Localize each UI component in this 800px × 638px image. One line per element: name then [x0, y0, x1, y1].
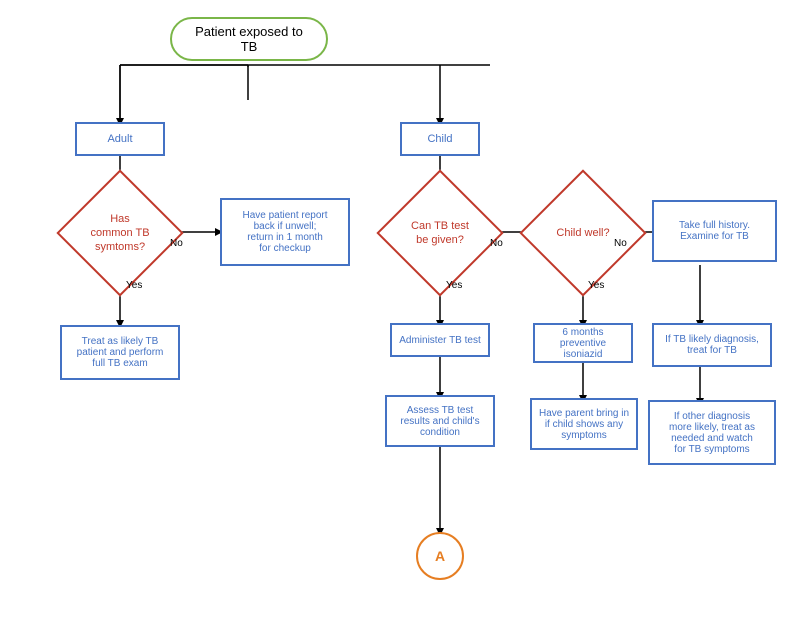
adult-label: Adult — [107, 133, 132, 145]
take-history-label: Take full history. Examine for TB — [679, 220, 750, 242]
other-diagnosis-label: If other diagnosis more likely, treat as… — [669, 411, 755, 455]
six-months-label: 6 months preventive isoniazid — [541, 327, 625, 360]
can-tb-test-label: Can TB testbe given? — [411, 219, 469, 248]
start-node: Patient exposed to TB — [170, 17, 328, 61]
has-symptoms-label: Hascommon TBsymtoms? — [90, 212, 149, 255]
child-well-label: Child well? — [556, 226, 609, 240]
yes3-label: Yes — [588, 280, 604, 291]
no2-label: No — [490, 238, 503, 249]
six-months-node: 6 months preventive isoniazid — [533, 323, 633, 363]
assess-label: Assess TB test results and child's condi… — [400, 405, 479, 438]
tb-likely-label: If TB likely diagnosis, treat for TB — [665, 334, 759, 356]
administer-node: Administer TB test — [390, 323, 490, 357]
can-tb-test-node: Can TB testbe given? — [395, 188, 485, 278]
no1-label: No — [170, 238, 183, 249]
administer-label: Administer TB test — [399, 335, 481, 346]
take-history-node: Take full history. Examine for TB — [652, 200, 777, 262]
child-label: Child — [427, 133, 452, 145]
child-node: Child — [400, 122, 480, 156]
no3-label: No — [614, 238, 627, 249]
start-label: Patient exposed to TB — [190, 24, 308, 54]
yes1-label: Yes — [126, 280, 142, 291]
treat-adult-node: Treat as likely TB patient and perform f… — [60, 325, 180, 380]
report-back-node: Have patient report back if unwell; retu… — [220, 198, 350, 266]
parent-bring-label: Have parent bring in if child shows any … — [539, 408, 629, 441]
treat-adult-label: Treat as likely TB patient and perform f… — [77, 336, 164, 369]
report-back-label: Have patient report back if unwell; retu… — [242, 210, 327, 254]
other-diagnosis-node: If other diagnosis more likely, treat as… — [648, 400, 776, 465]
child-well-node: Child well? — [538, 188, 628, 278]
connector-a-node: A — [416, 532, 464, 580]
tb-likely-node: If TB likely diagnosis, treat for TB — [652, 323, 772, 367]
parent-bring-node: Have parent bring in if child shows any … — [530, 398, 638, 450]
yes2-label: Yes — [446, 280, 462, 291]
has-symptoms-node: Hascommon TBsymtoms? — [75, 188, 165, 278]
adult-node: Adult — [75, 122, 165, 156]
assess-node: Assess TB test results and child's condi… — [385, 395, 495, 447]
connector-a-label: A — [435, 548, 445, 564]
